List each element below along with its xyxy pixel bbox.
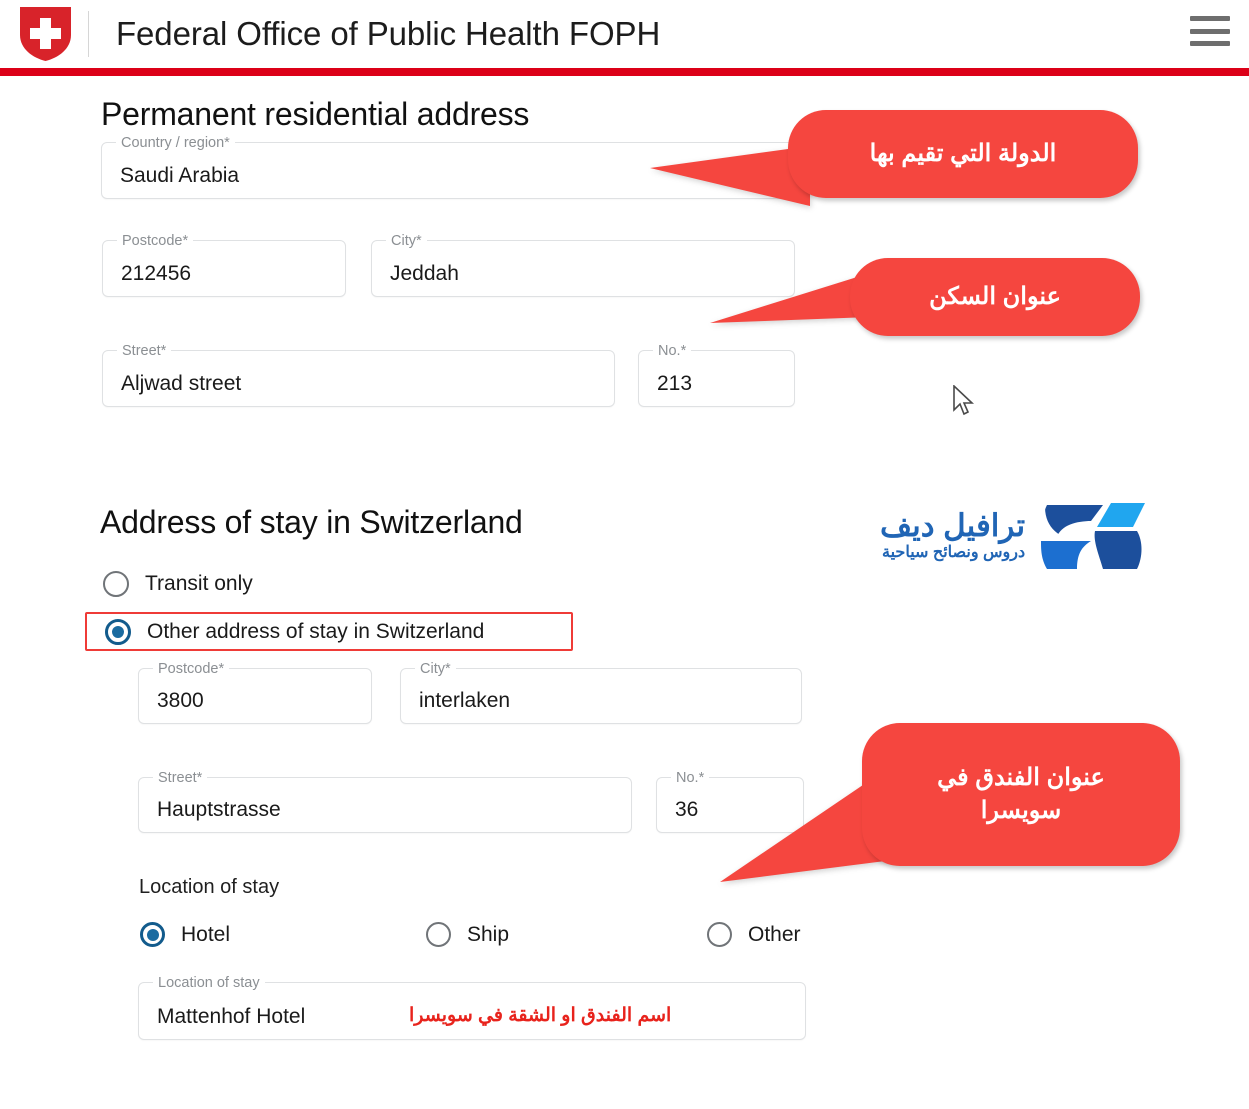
field-postcode[interactable]: Postcode* 212456 bbox=[102, 233, 346, 297]
callout-hotel-address-line1: عنوان الفندق في bbox=[937, 764, 1105, 792]
field-street[interactable]: Street* Aljwad street bbox=[102, 343, 615, 407]
section-title-address-of-stay: Address of stay in Switzerland bbox=[100, 504, 523, 540]
app-header: Federal Office of Public Health FOPH bbox=[0, 0, 1249, 68]
field-value-ch-street: Hauptstrasse bbox=[157, 798, 281, 821]
field-label-street: Street* bbox=[117, 343, 172, 359]
hamburger-menu-icon[interactable] bbox=[1190, 16, 1230, 46]
radio-option-other[interactable]: Other bbox=[707, 922, 801, 947]
field-label-postcode: Postcode* bbox=[117, 233, 194, 249]
field-location-of-stay-name[interactable]: Location of stay Mattenhof Hotel اسم الف… bbox=[138, 975, 806, 1040]
field-value-postcode: 212456 bbox=[121, 262, 192, 285]
radio-label-other-address: Other address of stay in Switzerland bbox=[147, 620, 485, 643]
field-label-house-number: No.* bbox=[653, 343, 692, 359]
radio-icon-ship[interactable] bbox=[426, 922, 451, 947]
radio-icon-transit-only[interactable] bbox=[103, 571, 129, 597]
callout-home-address: عنوان السكن bbox=[850, 258, 1140, 336]
field-label-country-region: Country / region* bbox=[116, 135, 235, 151]
header-divider bbox=[88, 11, 89, 57]
brand-tagline: دروس ونصائح سياحية bbox=[882, 544, 1026, 561]
field-value-ch-city: interlaken bbox=[419, 689, 511, 712]
group-label-location-of-stay: Location of stay bbox=[139, 876, 280, 898]
callout-hotel-address: عنوان الفندق في سويسرا bbox=[862, 723, 1180, 866]
mouse-pointer-icon bbox=[953, 385, 975, 416]
radio-label-transit-only: Transit only bbox=[145, 572, 253, 595]
note-hotel-name: اسم الفندق او الشقة في سويسرا bbox=[409, 1005, 672, 1026]
radio-icon-other-address[interactable] bbox=[105, 619, 131, 645]
field-value-ch-house-number: 36 bbox=[675, 798, 699, 821]
page-title: Federal Office of Public Health FOPH bbox=[116, 15, 661, 52]
field-value-location-of-stay-name: Mattenhof Hotel bbox=[157, 1005, 306, 1028]
travel-dev-logo-mark-icon bbox=[1040, 503, 1146, 569]
field-label-ch-city: City* bbox=[415, 661, 456, 677]
swiss-coat-of-arms-icon bbox=[20, 7, 71, 61]
brand-name: ترافيل ديف bbox=[880, 508, 1026, 543]
field-ch-street[interactable]: Street* Hauptstrasse bbox=[138, 770, 632, 833]
field-label-ch-postcode: Postcode* bbox=[153, 661, 230, 677]
field-value-street: Aljwad street bbox=[121, 372, 242, 395]
field-label-ch-house-number: No.* bbox=[671, 770, 710, 786]
brand-logo: ترافيل ديف دروس ونصائح سياحية bbox=[880, 497, 1151, 575]
radio-option-hotel[interactable]: Hotel bbox=[140, 922, 230, 947]
field-value-ch-postcode: 3800 bbox=[157, 689, 204, 712]
callout-country: الدولة التي تقيم بها bbox=[788, 110, 1138, 198]
callout-hotel-address-line2: سويسرا bbox=[980, 796, 1062, 824]
radio-label-other: Other bbox=[748, 922, 801, 946]
header-accent-rule bbox=[0, 68, 1249, 76]
callout-home-address-text: عنوان السكن bbox=[929, 282, 1061, 310]
field-ch-postcode[interactable]: Postcode* 3800 bbox=[138, 661, 372, 724]
field-value-house-number: 213 bbox=[657, 372, 693, 395]
radio-option-transit-only[interactable]: Transit only bbox=[103, 571, 253, 597]
field-value-city: Jeddah bbox=[390, 262, 459, 285]
radio-option-other-address[interactable]: Other address of stay in Switzerland bbox=[105, 619, 484, 645]
radio-icon-hotel[interactable] bbox=[140, 922, 165, 947]
radio-option-ship[interactable]: Ship bbox=[426, 922, 509, 947]
field-ch-city[interactable]: City* interlaken bbox=[400, 661, 802, 724]
radio-label-ship: Ship bbox=[467, 922, 510, 946]
callout-country-text: الدولة التي تقيم بها bbox=[869, 139, 1057, 167]
radio-label-hotel: Hotel bbox=[181, 922, 231, 946]
field-house-number[interactable]: No.* 213 bbox=[638, 343, 795, 407]
radio-icon-other[interactable] bbox=[707, 922, 732, 947]
field-label-ch-street: Street* bbox=[153, 770, 208, 786]
field-label-city: City* bbox=[386, 233, 427, 249]
section-title-permanent-address: Permanent residential address bbox=[101, 96, 530, 132]
field-value-country-region: Saudi Arabia bbox=[120, 164, 240, 187]
field-label-location-of-stay-name: Location of stay bbox=[153, 975, 265, 991]
